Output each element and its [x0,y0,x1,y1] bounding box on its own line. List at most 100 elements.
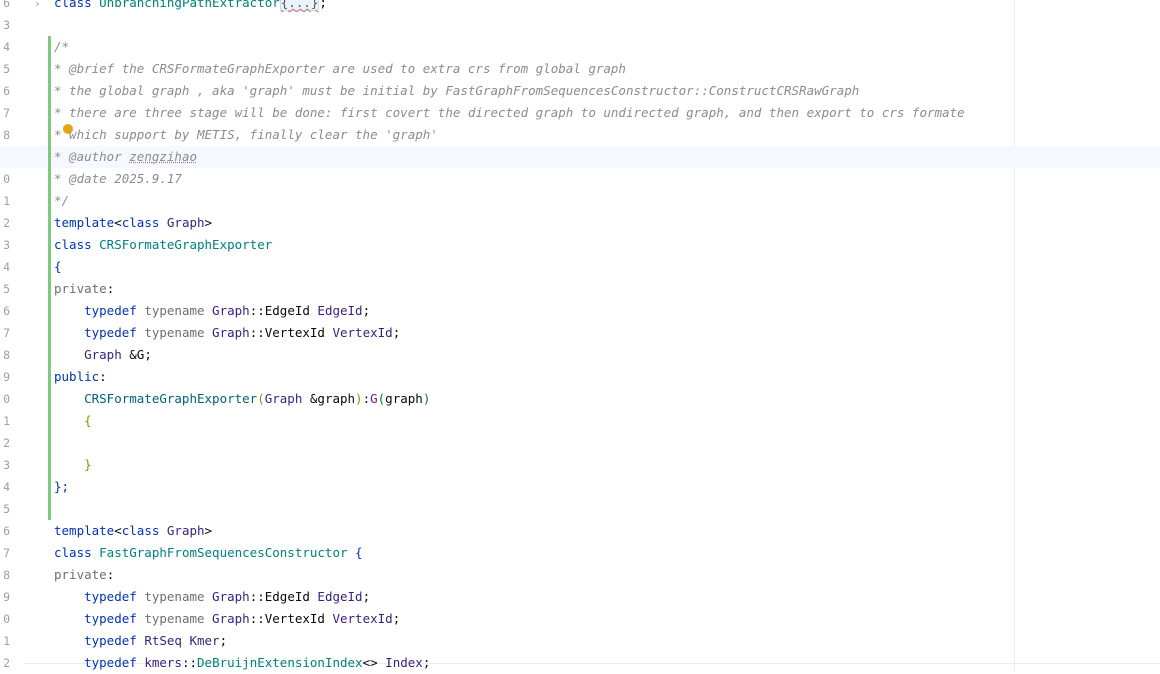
code-token: class [54,237,100,252]
code-token: class [121,215,167,230]
code-line[interactable]: * @brief the CRSFormateGraphExporter are… [54,58,626,80]
code-line[interactable]: class UnbranchingPathExtractor{...}; [54,0,327,14]
code-line[interactable]: * which support by METIS, finally clear … [54,124,438,146]
code-line[interactable]: * the global graph , aka 'graph' must be… [54,80,859,102]
code-token: typedef [54,633,145,648]
code-token: ; [422,655,431,670]
right-margin-guide [1014,0,1015,671]
code-token: Graph [166,215,205,230]
line-number: 9 [3,590,10,604]
code-token[interactable]: {...} [279,0,320,11]
code-token: Graph [166,523,205,538]
line-number: 8 [3,128,10,142]
code-token: class [121,523,167,538]
line-number: 3 [3,238,10,252]
code-line[interactable]: template<class Graph> [54,212,212,234]
code-token: :: [181,655,198,670]
line-number: 6 [3,524,10,538]
code-token: EdgeId [317,303,363,318]
code-token: kmers [144,655,182,670]
code-token: : [99,369,107,384]
code-token: ; [392,325,401,340]
code-token: ( [257,391,265,406]
code-token: graph [385,391,423,406]
code-token: &graph [309,391,356,406]
code-token: Graph [212,325,250,340]
code-line[interactable]: Graph &G; [54,344,152,366]
code-token: FastGraphFromSequencesConstructor [99,545,356,560]
code-line[interactable]: CRSFormateGraphExporter(Graph &graph):G(… [54,388,430,410]
code-token: : [362,391,371,406]
code-token: VertexId [332,325,393,340]
code-token: ; [362,303,371,318]
line-number: 8 [3,348,10,362]
code-line[interactable]: class CRSFormateGraphExporter [54,234,272,256]
code-token: private [54,567,107,582]
code-line[interactable]: public: [54,366,107,388]
line-number: 4 [3,480,10,494]
line-number: 8 [3,568,10,582]
code-token: private [54,281,107,296]
code-token: UnbranchingPathExtractor [99,0,280,10]
code-token: }; [54,479,70,494]
code-line[interactable]: private: [54,278,114,300]
code-token: ; [319,0,327,10]
line-number: 2 [3,216,10,230]
line-number: 0 [3,392,10,406]
line-number: 9 [3,370,10,384]
code-line[interactable]: } [54,454,92,476]
code-token: typename [144,325,213,340]
code-line[interactable]: typedef typename Graph::VertexId VertexI… [54,322,400,344]
code-token: * @date 2025.9.17 [54,171,182,186]
code-token: ; [392,611,401,626]
code-token: class [54,545,100,560]
code-line[interactable]: typedef typename Graph::EdgeId EdgeId; [54,586,370,608]
code-token: typedef [54,611,145,626]
code-token: * which support by METIS, finally clear … [54,127,438,142]
code-line[interactable]: typedef RtSeq Kmer; [54,630,227,652]
code-token: : [106,281,115,296]
chevron-right-icon[interactable]: › [34,0,44,10]
code-token: * the global graph , aka 'graph' must be… [54,83,860,98]
line-number: 1 [3,414,10,428]
code-line[interactable]: * @date 2025.9.17 [54,168,182,190]
code-line[interactable]: class FastGraphFromSequencesConstructor … [54,542,363,564]
line-number-gutter[interactable]: 6345678901234567890123456789012 [0,0,24,671]
line-number: 4 [3,40,10,54]
code-token: ::EdgeId [249,303,318,318]
vcs-change-marker[interactable] [48,36,51,520]
code-token: ::EdgeId [249,589,318,604]
code-line[interactable]: }; [54,476,69,498]
code-line[interactable]: * there are three stage will be done: fi… [54,102,965,124]
code-token: > [204,523,213,538]
code-token: : [106,567,115,582]
line-number: 3 [3,18,10,32]
code-token: template [54,523,115,538]
code-line[interactable]: { [54,410,92,432]
code-token: typename [144,589,213,604]
line-number: 5 [3,282,10,296]
line-number: 6 [3,0,10,10]
code-token: Kmer [189,633,220,648]
code-line[interactable]: private: [54,564,114,586]
code-line[interactable]: template<class Graph> [54,520,212,542]
code-line[interactable]: * @author zengzihao [54,146,197,168]
line-number: 2 [3,436,10,450]
code-token: ::VertexId [249,325,333,340]
code-token: /* [54,39,70,54]
code-token: * @brief the CRSFormateGraphExporter are… [54,61,626,76]
code-line[interactable]: typedef typename Graph::EdgeId EdgeId; [54,300,370,322]
code-token: Graph [212,303,250,318]
code-token: ; [362,589,371,604]
code-token: ; [219,633,228,648]
line-number: 1 [3,194,10,208]
code-line[interactable]: */ [54,190,69,212]
code-line[interactable]: /* [54,36,69,58]
code-token: zengzihao [129,149,197,164]
code-token: RtSeq [144,633,190,648]
code-token: Graph [212,589,250,604]
line-number: 7 [3,546,10,560]
code-line[interactable]: typedef typename Graph::VertexId VertexI… [54,608,400,630]
code-line[interactable]: { [54,256,62,278]
code-token: < [114,523,122,538]
